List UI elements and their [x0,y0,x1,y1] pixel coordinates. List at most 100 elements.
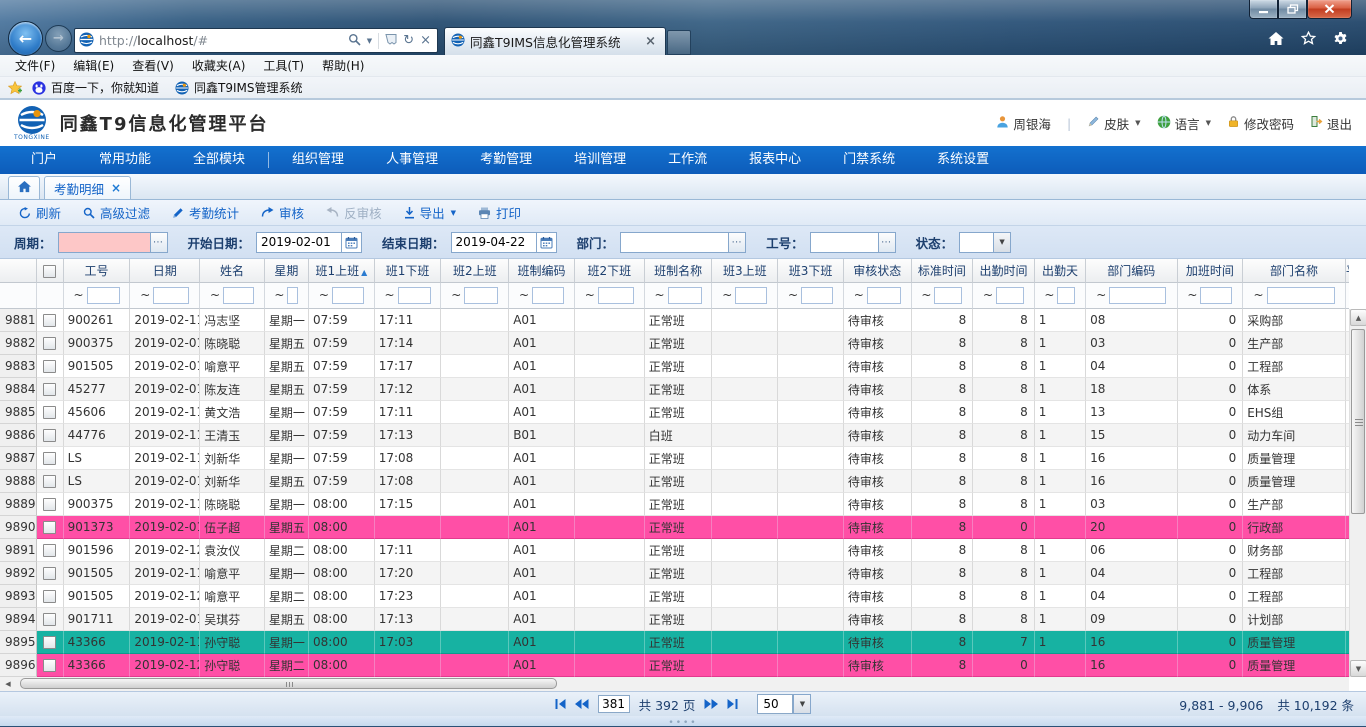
dept-input[interactable] [620,232,728,253]
scroll-left-icon[interactable]: ◀ [0,677,16,691]
filter-operator[interactable]: ~ [73,288,83,302]
table-row[interactable]: 9896433662019-02-12孙守聪星期二08:00A01正常班待审核8… [0,654,1349,677]
tab-attendance-detail[interactable]: 考勤明细 × [44,176,131,199]
column-header[interactable]: 班2下班 [575,259,645,283]
maximize-button[interactable] [1278,0,1307,19]
nav-item[interactable]: 门户 [10,146,78,174]
nav-item[interactable]: 组织管理 [271,146,365,174]
start-date-input[interactable] [256,232,342,253]
column-filter-input[interactable] [153,287,189,304]
column-filter-input[interactable] [1267,287,1335,304]
nav-item[interactable]: 培训管理 [553,146,647,174]
column-header[interactable]: 班1上班▲ [309,259,375,283]
horizontal-scroll-thumb[interactable] [20,678,557,689]
column-header[interactable]: 部门编码 [1086,259,1177,283]
toolbar-print-button[interactable]: 打印 [467,200,532,225]
page-number-input[interactable] [598,695,630,713]
menu-item[interactable]: 查看(V) [123,57,183,74]
table-row[interactable]: 9895433662019-02-11孙守聪星期一08:0017:03A01正常… [0,631,1349,654]
nav-item[interactable]: 考勤管理 [459,146,553,174]
nav-item[interactable]: 常用功能 [78,146,172,174]
vertical-scrollbar[interactable]: ▲ ▼ [1349,309,1366,677]
toolbar-stats-button[interactable]: 考勤统计 [161,200,250,225]
row-checkbox[interactable] [37,539,64,562]
tools-gear-icon[interactable] [1333,31,1348,46]
filter-operator[interactable]: ~ [854,288,864,302]
close-button[interactable] [1307,0,1352,19]
column-filter-input[interactable] [867,287,901,304]
filter-operator[interactable]: ~ [921,288,931,302]
compatibility-view-icon[interactable] [385,33,397,49]
filter-operator[interactable]: ~ [385,288,395,302]
row-checkbox[interactable] [37,585,64,608]
favorite-item[interactable]: 百度一下，你就知道 [32,79,159,96]
column-header[interactable]: 审核状态 [844,259,912,283]
row-checkbox[interactable] [37,355,64,378]
filter-operator[interactable]: ~ [585,288,595,302]
row-checkbox[interactable] [37,309,64,332]
dept-browse-button[interactable]: ⋯ [728,232,746,253]
column-filter-input[interactable] [934,287,962,304]
row-checkbox[interactable] [37,332,64,355]
emp-no-input[interactable] [810,232,878,253]
period-input[interactable] [58,232,150,253]
column-header[interactable]: 出勤天 [1035,259,1086,283]
prev-page-button[interactable] [575,699,589,709]
nav-item[interactable]: 工作流 [647,146,728,174]
filter-operator[interactable]: ~ [1187,288,1197,302]
column-header[interactable]: 班1下班 [375,259,442,283]
nav-item[interactable]: 全部模块 [172,146,266,174]
home-tab[interactable] [8,176,40,199]
row-checkbox[interactable] [37,631,64,654]
column-header[interactable]: 日期 [130,259,200,283]
toolbar-audit-button[interactable]: 审核 [250,200,315,225]
start-date-calendar-icon[interactable] [342,232,362,253]
end-date-input[interactable] [451,232,537,253]
row-checkbox[interactable] [37,608,64,631]
filter-operator[interactable]: ~ [983,288,993,302]
forward-button[interactable]: → [45,25,72,52]
filter-operator[interactable]: ~ [1254,288,1264,302]
filter-operator[interactable]: ~ [210,288,220,302]
export-dropdown-caret-icon[interactable]: ▼ [451,209,456,217]
column-header[interactable]: 姓名 [200,259,265,283]
status-select[interactable] [959,232,993,253]
nav-item[interactable]: 门禁系统 [822,146,916,174]
column-header[interactable]: 加班时间 [1178,259,1244,283]
filter-operator[interactable]: ~ [1044,288,1054,302]
table-row[interactable]: 98929015052019-02-11喻意平星期一08:0017:20A01正… [0,562,1349,585]
nav-item[interactable]: 报表中心 [728,146,822,174]
filter-operator[interactable]: ~ [140,288,150,302]
column-header[interactable]: 部门名称 [1243,259,1346,283]
column-header[interactable]: 平时加班 [1346,259,1349,283]
column-header[interactable]: 班制编码 [509,259,575,283]
back-button[interactable]: ← [8,21,43,56]
column-filter-input[interactable] [801,287,833,304]
row-checkbox[interactable] [37,447,64,470]
scroll-up-icon[interactable]: ▲ [1350,309,1366,326]
column-filter-input[interactable] [1057,287,1075,304]
menu-item[interactable]: 编辑(E) [64,57,123,74]
row-checkbox[interactable] [37,516,64,539]
page-size-select[interactable]: 50 ▼ [757,694,811,714]
filter-operator[interactable]: ~ [655,288,665,302]
language-menu[interactable]: 语言▼ [1157,114,1211,133]
filter-operator[interactable]: ~ [319,288,329,302]
emp-no-browse-button[interactable]: ⋯ [878,232,896,253]
menu-item[interactable]: 文件(F) [6,57,64,74]
column-filter-input[interactable] [668,287,702,304]
column-filter-input[interactable] [1109,287,1166,304]
column-filter-input[interactable] [598,287,634,304]
last-page-button[interactable] [727,699,738,709]
filter-operator[interactable]: ~ [1096,288,1106,302]
table-row[interactable]: 9888LS2019-02-01刘新华星期五07:5917:08A01正常班待审… [0,470,1349,493]
column-filter-input[interactable] [398,287,431,304]
row-checkbox[interactable] [37,562,64,585]
tab-close-icon[interactable]: × [111,181,121,195]
filter-operator[interactable]: ~ [788,288,798,302]
horizontal-scrollbar[interactable]: ◀ [0,677,1349,691]
column-filter-input[interactable] [332,287,364,304]
new-tab-button[interactable] [667,30,691,55]
current-user[interactable]: 周银海 [996,114,1051,133]
table-row[interactable]: 9887LS2019-02-11刘新华星期一07:5917:08A01正常班待审… [0,447,1349,470]
